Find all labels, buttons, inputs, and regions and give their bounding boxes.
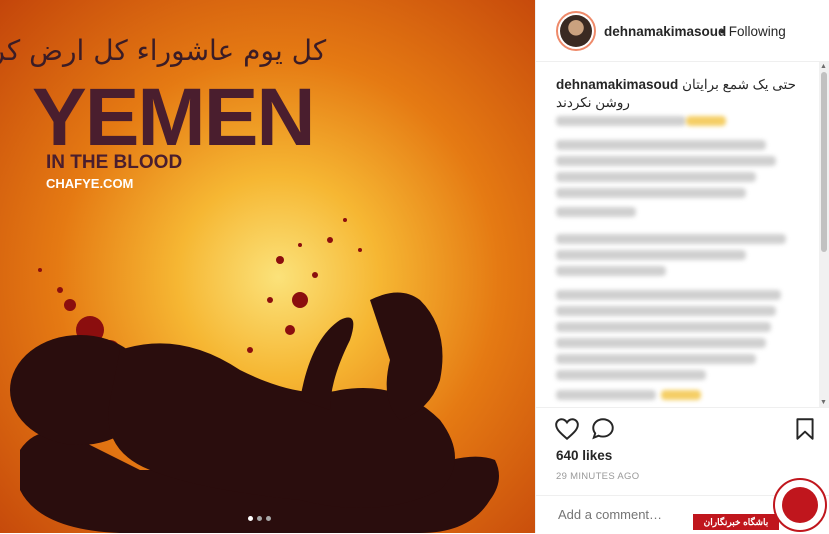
- separator-dot: •: [720, 24, 725, 39]
- post-artwork: کل یوم عاشوراء کل ارض کربلاء YEMEN IN TH…: [0, 0, 535, 533]
- image-title: YEMEN: [32, 72, 314, 163]
- follow-status-label: Following: [728, 24, 786, 39]
- blurred-comment: [556, 370, 706, 380]
- post-header: dehnamakimasoud • Following: [536, 0, 829, 62]
- blurred-comment: [556, 306, 776, 316]
- comments-scrollbar[interactable]: ▲ ▼: [819, 62, 829, 407]
- bookmark-icon[interactable]: [792, 416, 818, 442]
- comments-list: dehnamakimasoud حتی یک شمع برایتان روشن …: [536, 62, 829, 407]
- image-subtitle: IN THE BLOOD: [46, 152, 182, 173]
- blurred-comment: [556, 354, 756, 364]
- scroll-up-icon[interactable]: ▲: [820, 63, 827, 70]
- blurred-comment: [556, 116, 686, 126]
- blurred-comment: [556, 234, 786, 244]
- likes-count[interactable]: 640 likes: [556, 448, 612, 463]
- blurred-comment: [556, 156, 776, 166]
- watermark-label: باشگاه خبرنگاران: [693, 514, 779, 530]
- carousel-dot-active[interactable]: [248, 516, 253, 521]
- caption: dehnamakimasoud حتی یک شمع برایتان روشن …: [556, 76, 806, 112]
- heart-icon[interactable]: [554, 416, 580, 442]
- caption-username[interactable]: dehnamakimasoud: [556, 77, 678, 92]
- carousel-dot[interactable]: [257, 516, 262, 521]
- watermark-circle: [773, 478, 827, 532]
- post-image[interactable]: کل یوم عاشوراء کل ارض کربلاء YEMEN IN TH…: [0, 0, 535, 533]
- arabic-calligraphy: کل یوم عاشوراء کل ارض کربلاء: [0, 34, 327, 67]
- blurred-comment: [556, 338, 766, 348]
- blurred-comment: [556, 207, 636, 217]
- follow-status[interactable]: • Following: [716, 24, 786, 39]
- post-time: 29 MINUTES AGO: [556, 471, 640, 482]
- avatar[interactable]: [556, 11, 596, 51]
- blurred-comment: [556, 250, 746, 260]
- comment-icon[interactable]: [590, 416, 616, 442]
- carousel-dots: [248, 516, 271, 521]
- scroll-thumb[interactable]: [821, 72, 827, 252]
- scroll-down-icon[interactable]: ▼: [820, 399, 827, 406]
- blurred-comment: [556, 172, 756, 182]
- blurred-comment: [556, 188, 746, 198]
- blurred-comment: [556, 266, 666, 276]
- watermark-logo: باشگاه خبرنگاران: [693, 474, 829, 533]
- header-username[interactable]: dehnamakimasoud: [604, 24, 726, 39]
- blurred-comment: [556, 140, 766, 150]
- blurred-comment: [556, 390, 656, 400]
- image-site: CHAFYE.COM: [46, 176, 133, 191]
- blurred-comment: [556, 322, 771, 332]
- blurred-comment: [556, 290, 781, 300]
- carousel-dot[interactable]: [266, 516, 271, 521]
- blurred-comment: [686, 116, 726, 126]
- post-side-panel: dehnamakimasoud • Following dehnamakimaso…: [535, 0, 829, 533]
- blurred-comment: [661, 390, 701, 400]
